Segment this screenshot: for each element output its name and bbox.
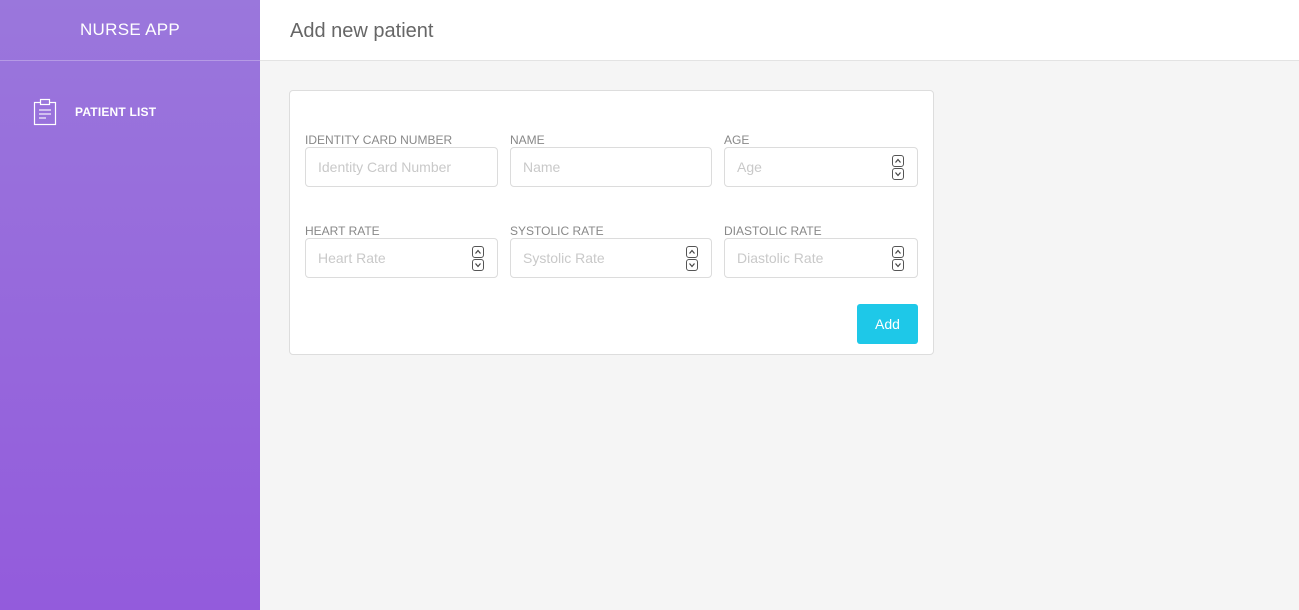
page-title: Add new patient xyxy=(290,20,434,42)
app-title: NURSE APP xyxy=(0,0,260,61)
age-label: AGE xyxy=(724,133,750,147)
identity-card-input[interactable] xyxy=(305,147,498,187)
heart-rate-input[interactable] xyxy=(305,238,498,278)
age-stepper[interactable] xyxy=(892,155,904,181)
systolic-rate-input[interactable] xyxy=(510,238,712,278)
add-patient-form: IDENTITY CARD NUMBER NAME AGE HEART RATE xyxy=(289,90,934,355)
heart-rate-stepper[interactable] xyxy=(472,246,484,272)
chevron-up-icon[interactable] xyxy=(472,246,484,258)
add-patient-button[interactable]: Add xyxy=(857,304,918,344)
name-input[interactable] xyxy=(510,147,712,187)
name-label: NAME xyxy=(510,133,545,147)
chevron-down-icon[interactable] xyxy=(892,168,904,180)
top-bar: Add new patient xyxy=(260,0,1299,61)
heart-rate-label: HEART RATE xyxy=(305,224,380,238)
clipboard-icon xyxy=(33,98,57,126)
sidebar-item-patient-list[interactable]: PATIENT LIST xyxy=(0,94,260,130)
identity-card-label: IDENTITY CARD NUMBER xyxy=(305,133,453,147)
systolic-rate-stepper[interactable] xyxy=(686,246,698,272)
sidebar-item-label: PATIENT LIST xyxy=(75,105,157,119)
diastolic-rate-label: DIASTOLIC RATE xyxy=(724,224,822,238)
diastolic-rate-stepper[interactable] xyxy=(892,246,904,272)
chevron-down-icon[interactable] xyxy=(686,259,698,271)
chevron-down-icon[interactable] xyxy=(472,259,484,271)
chevron-up-icon[interactable] xyxy=(892,155,904,167)
diastolic-rate-input[interactable] xyxy=(724,238,918,278)
age-input[interactable] xyxy=(724,147,918,187)
chevron-up-icon[interactable] xyxy=(686,246,698,258)
chevron-up-icon[interactable] xyxy=(892,246,904,258)
chevron-down-icon[interactable] xyxy=(892,259,904,271)
sidebar: NURSE APP PATIENT LIST xyxy=(0,0,260,610)
systolic-rate-label: SYSTOLIC RATE xyxy=(510,224,604,238)
